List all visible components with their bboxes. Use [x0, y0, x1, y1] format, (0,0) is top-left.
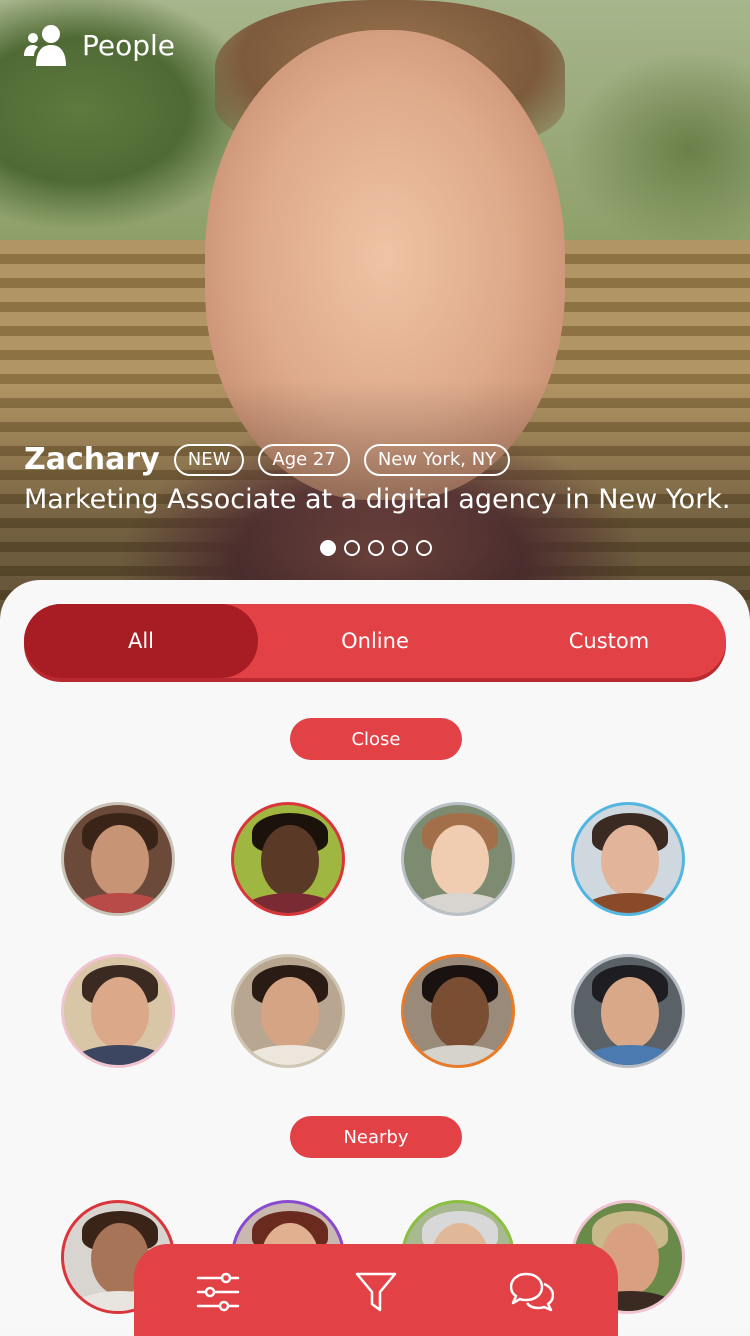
nearby-section-button[interactable]: Nearby — [290, 1116, 462, 1158]
segment-control: All Online Custom — [24, 604, 726, 678]
new-badge: NEW — [173, 443, 245, 476]
avatar[interactable] — [231, 954, 345, 1068]
photo-pager — [320, 540, 440, 556]
avatar[interactable] — [61, 954, 175, 1068]
tab-online[interactable]: Online — [258, 604, 492, 678]
people-sheet: All Online Custom Close Nearby — [0, 580, 750, 1334]
tab-custom[interactable]: Custom — [492, 604, 726, 678]
sliders-icon[interactable] — [196, 1270, 240, 1314]
location-badge: New York, NY — [363, 443, 511, 476]
pager-dot[interactable] — [344, 540, 360, 556]
age-badge: Age 27 — [258, 443, 350, 476]
avatar[interactable] — [401, 802, 515, 916]
close-section-button[interactable]: Close — [290, 718, 462, 760]
pager-dot[interactable] — [368, 540, 384, 556]
profile-description: Marketing Associate at a digital agency … — [24, 484, 731, 515]
avatar[interactable] — [571, 802, 685, 916]
avatar[interactable] — [61, 802, 175, 916]
profile-hero[interactable]: People Zachary NEW Age 27 New York, NY M… — [0, 0, 750, 620]
app-header: People — [24, 24, 175, 66]
pager-dot[interactable] — [416, 540, 432, 556]
tab-all[interactable]: All — [24, 604, 258, 678]
bottom-toolbar — [134, 1244, 618, 1336]
page-title: People — [82, 28, 176, 62]
pager-dot[interactable] — [392, 540, 408, 556]
avatar[interactable] — [571, 954, 685, 1068]
profile-summary: Zachary NEW Age 27 New York, NY — [24, 442, 524, 477]
avatar[interactable] — [231, 802, 345, 916]
people-icon[interactable] — [24, 24, 68, 66]
profile-name: Zachary — [24, 442, 160, 477]
chat-icon[interactable] — [510, 1270, 554, 1314]
pager-dot[interactable] — [320, 540, 336, 556]
filter-icon[interactable] — [354, 1270, 398, 1314]
avatar[interactable] — [401, 954, 515, 1068]
